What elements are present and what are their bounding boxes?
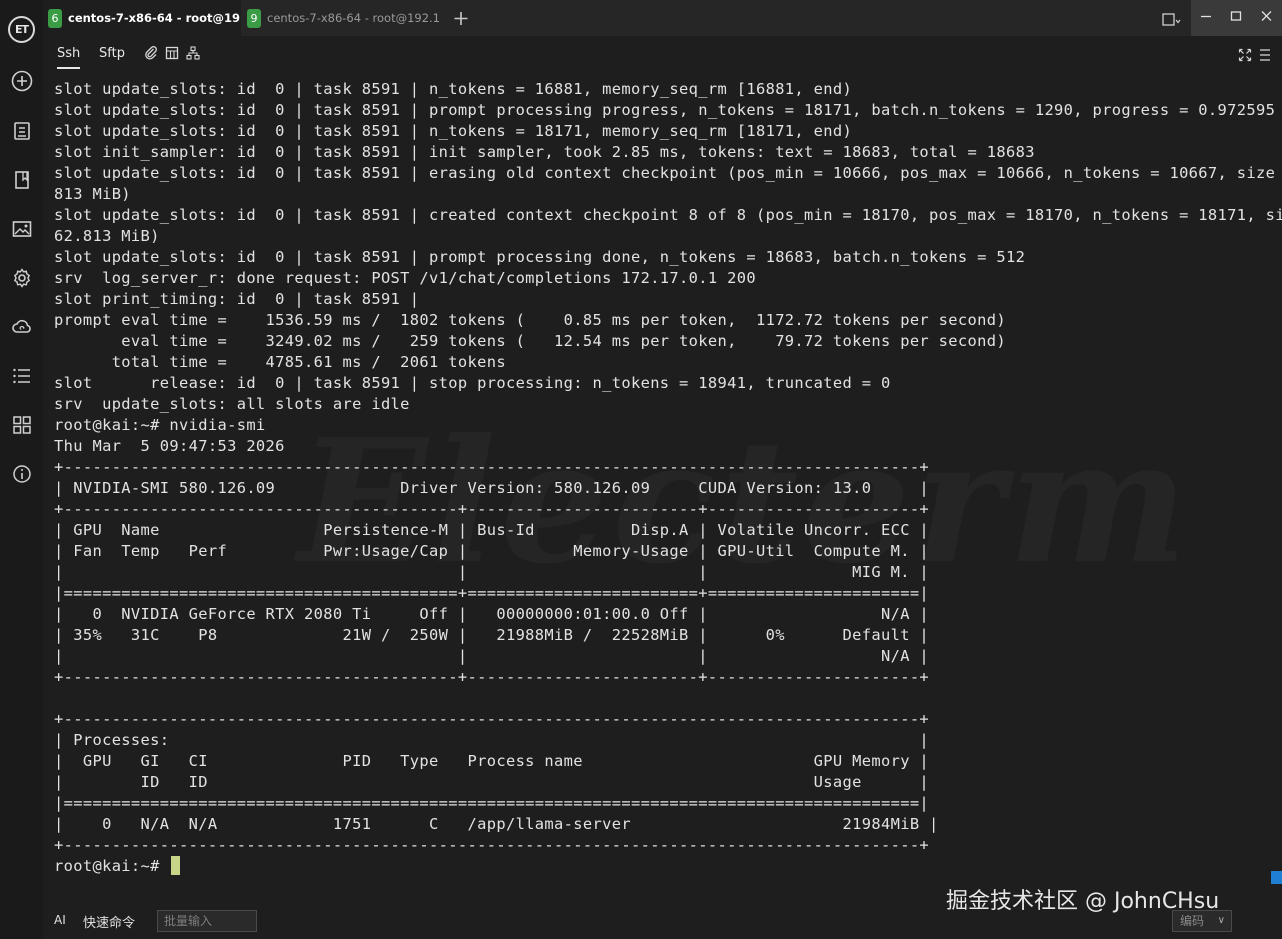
close-button[interactable] bbox=[1251, 0, 1282, 36]
terminal-line: eval time = 3249.02 ms / 259 tokens ( 12… bbox=[54, 332, 1006, 350]
terminal-prompt[interactable]: root@kai:~# bbox=[54, 856, 181, 877]
electerm-logo[interactable]: ET bbox=[8, 16, 35, 43]
terminal-line: 62.813 MiB) bbox=[54, 227, 160, 245]
tab-title: centos-7-x86-64 - root@19... bbox=[68, 11, 241, 25]
terminal-line: | Fan Temp Perf Pwr:Usage/Cap | Memory-U… bbox=[54, 542, 930, 560]
terminal-line: slot update_slots: id 0 | task 8591 | cr… bbox=[54, 206, 1282, 224]
gear-icon[interactable] bbox=[11, 267, 33, 289]
more-options-icon[interactable] bbox=[1258, 47, 1272, 63]
minimize-button[interactable] bbox=[1191, 0, 1221, 36]
app-window: ET 6 centos-7-x86-64 - root@19... 9 cent… bbox=[0, 0, 1282, 939]
tab-sftp[interactable]: Sftp bbox=[99, 44, 125, 64]
tab-number-badge: 6 bbox=[48, 9, 62, 28]
terminal-line: srv log_server_r: done request: POST /v1… bbox=[54, 269, 756, 287]
ai-button[interactable]: AI bbox=[54, 913, 66, 927]
site-watermark: 掘金技术社区 @ JohnCHsu bbox=[946, 889, 1220, 914]
terminal-line: slot update_slots: id 0 | task 8591 | er… bbox=[54, 164, 1282, 182]
scroll-marker bbox=[1271, 871, 1282, 884]
terminal-cursor bbox=[171, 856, 181, 875]
terminal-line: Thu Mar 5 09:47:53 2026 bbox=[54, 437, 285, 455]
terminal-line: +---------------------------------------… bbox=[54, 458, 930, 476]
terminal-line: total time = 4785.61 ms / 2061 tokens bbox=[54, 353, 506, 371]
terminal-line: prompt eval time = 1536.59 ms / 1802 tok… bbox=[54, 311, 1006, 329]
fullscreen-icon[interactable] bbox=[1238, 47, 1252, 63]
tab-title: centos-7-x86-64 - root@192.1... bbox=[267, 11, 441, 25]
terminal-line: | 35% 31C P8 21W / 250W | 21988MiB / 225… bbox=[54, 626, 930, 644]
plus-circle-icon[interactable] bbox=[11, 70, 33, 92]
terminal-line: +---------------------------------------… bbox=[54, 710, 930, 728]
terminal-line: slot update_slots: id 0 | task 8591 | n_… bbox=[54, 80, 853, 98]
grid-icon[interactable] bbox=[11, 414, 33, 436]
id-card-icon[interactable] bbox=[11, 120, 33, 142]
bottom-bar: AI 快速命令 编码 ∨ 掘金技术社区 @ JohnCHsu bbox=[43, 871, 1282, 939]
terminal-line: | | | N/A | bbox=[54, 647, 930, 665]
terminal-panel[interactable]: Electerm slot update_slots: id 0 | task … bbox=[43, 72, 1282, 902]
terminal-line: slot release: id 0 | task 8591 | stop pr… bbox=[54, 374, 891, 392]
tab-session-6[interactable]: 6 centos-7-x86-64 - root@19... bbox=[43, 0, 241, 36]
paperclip-icon[interactable] bbox=[144, 45, 158, 61]
prompt-text: root@kai:~# bbox=[54, 857, 170, 875]
left-sidebar: ET bbox=[0, 0, 44, 939]
layout-icon[interactable] bbox=[165, 45, 179, 61]
terminal-line: | GPU GI CI PID Type Process name GPU Me… bbox=[54, 752, 930, 770]
terminal-line: | 0 NVIDIA GeForce RTX 2080 Ti Off | 000… bbox=[54, 605, 930, 623]
terminal-line: +---------------------------------------… bbox=[54, 836, 930, 854]
image-icon[interactable] bbox=[11, 218, 33, 240]
tab-number-badge: 9 bbox=[247, 9, 261, 28]
add-tab-icon[interactable] bbox=[451, 6, 471, 30]
sitemap-icon[interactable] bbox=[186, 45, 200, 61]
terminal-line: slot init_sampler: id 0 | task 8591 | in… bbox=[54, 143, 1035, 161]
terminal-output: slot update_slots: id 0 | task 8591 | n_… bbox=[54, 79, 1282, 856]
terminal-line: slot update_slots: id 0 | task 8591 | pr… bbox=[54, 101, 1276, 119]
terminal-line: | 0 N/A N/A 1751 C /app/llama-server 219… bbox=[54, 815, 939, 833]
list-icon[interactable] bbox=[11, 365, 33, 387]
batch-input-field[interactable] bbox=[157, 910, 257, 932]
tab-bar: 6 centos-7-x86-64 - root@19... 9 centos-… bbox=[43, 0, 1282, 36]
bookmark-icon[interactable] bbox=[11, 169, 33, 191]
terminal-line: root@kai:~# nvidia-smi bbox=[54, 416, 266, 434]
tab-ssh[interactable]: Ssh bbox=[57, 44, 81, 69]
encoding-label: 编码 bbox=[1180, 914, 1205, 928]
maximize-button[interactable] bbox=[1221, 0, 1251, 36]
terminal-line: 813 MiB) bbox=[54, 185, 131, 203]
terminal-line: slot print_timing: id 0 | task 8591 | bbox=[54, 290, 420, 308]
terminal-line: |=======================================… bbox=[54, 584, 930, 602]
terminal-line: | ID ID Usage | bbox=[54, 773, 930, 791]
terminal-line: |=======================================… bbox=[54, 794, 930, 812]
terminal-line: slot update_slots: id 0 | task 8591 | n_… bbox=[54, 122, 853, 140]
cloud-sync-icon[interactable] bbox=[11, 316, 33, 338]
terminal-line: | Processes: | bbox=[54, 731, 930, 749]
terminal-line: srv update_slots: all slots are idle bbox=[54, 395, 410, 413]
terminal-line: +---------------------------------------… bbox=[54, 668, 930, 686]
terminal-line: | NVIDIA-SMI 580.126.09 Driver Version: … bbox=[54, 479, 930, 497]
tab-list-icon[interactable] bbox=[1153, 0, 1183, 36]
info-icon[interactable] bbox=[11, 463, 33, 485]
terminal-line: | | | MIG M. | bbox=[54, 563, 930, 581]
tab-session-9[interactable]: 9 centos-7-x86-64 - root@192.1... bbox=[241, 0, 441, 36]
session-toolbar: Ssh Sftp bbox=[43, 36, 1282, 72]
terminal-line: | GPU Name Persistence-M | Bus-Id Disp.A… bbox=[54, 521, 930, 539]
terminal-line: slot update_slots: id 0 | task 8591 | pr… bbox=[54, 248, 1026, 266]
terminal-line: +---------------------------------------… bbox=[54, 500, 930, 518]
quick-command-button[interactable]: 快速命令 bbox=[83, 912, 135, 931]
